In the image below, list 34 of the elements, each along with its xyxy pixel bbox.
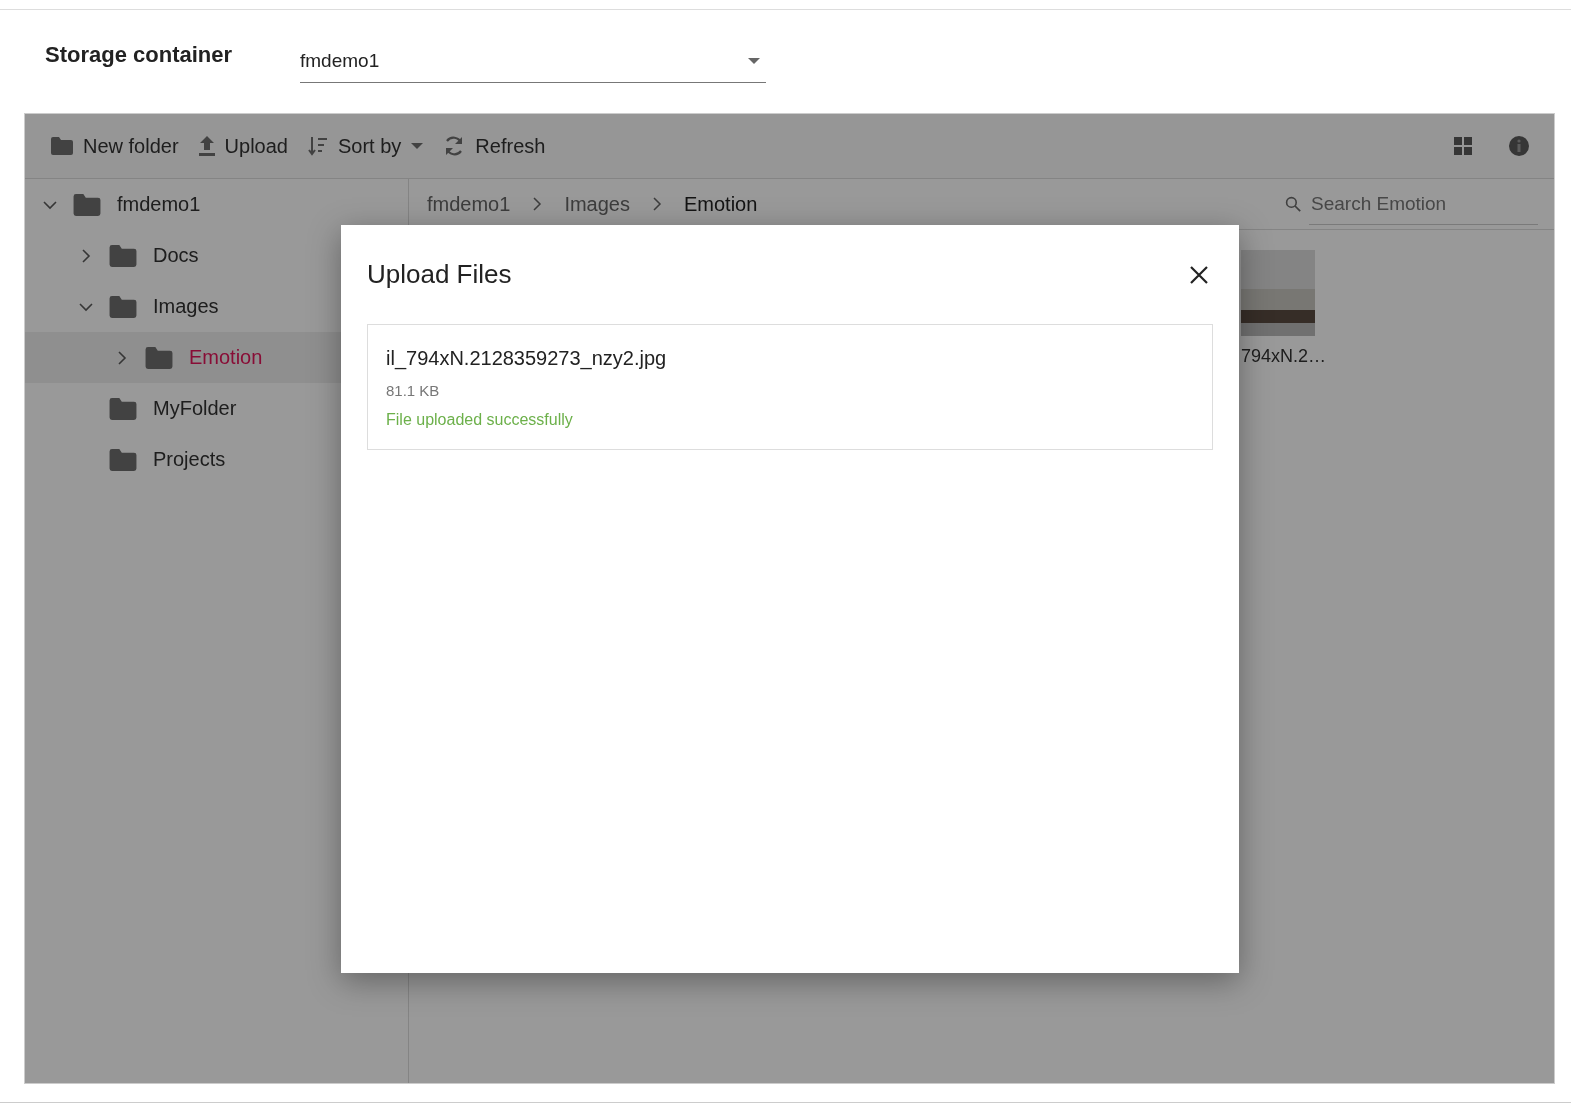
upload-icon	[198, 136, 215, 156]
chevron-right-icon[interactable]	[115, 350, 129, 365]
chevron-right-icon	[532, 197, 543, 211]
sort-button[interactable]: Sort by	[300, 130, 432, 162]
info-icon	[1508, 135, 1530, 157]
folder-icon	[109, 244, 137, 267]
breadcrumb-link[interactable]: Emotion	[683, 192, 758, 216]
storage-container-dropdown[interactable]: fmdemo1	[300, 40, 766, 83]
sort-icon	[308, 136, 328, 156]
folder-icon	[51, 137, 73, 155]
breadcrumb-link[interactable]: fmdemo1	[427, 192, 511, 216]
folder-icon	[145, 346, 173, 369]
upload-button[interactable]: Upload	[190, 130, 296, 162]
grid-icon	[1454, 137, 1472, 155]
file-item[interactable]: 794xN.2…	[1241, 250, 1327, 367]
search-field[interactable]: Search Emotion	[1309, 183, 1538, 225]
folder-tree-item[interactable]: fmdemo1	[25, 179, 408, 230]
search-icon	[1285, 194, 1301, 214]
refresh-button[interactable]: Refresh	[435, 130, 554, 162]
breadcrumb-link[interactable]: Images	[564, 192, 630, 216]
chevron-right-icon	[651, 197, 662, 211]
folder-tree-item[interactable]: Projects	[25, 434, 408, 485]
folder-icon	[73, 193, 101, 216]
file-size: 81.1 KB	[386, 382, 441, 399]
folder-icon	[109, 295, 137, 318]
storage-container-label: Storage container	[45, 42, 234, 68]
new-folder-button[interactable]: New folder	[43, 130, 187, 162]
folder-icon	[109, 397, 137, 420]
dialog-title: Upload Files	[367, 259, 512, 290]
chevron-right-icon[interactable]	[79, 248, 93, 263]
caret-icon	[411, 143, 424, 149]
caret-icon	[748, 58, 760, 64]
upload-status: File uploaded successfully	[386, 411, 574, 429]
folder-icon	[109, 448, 137, 471]
